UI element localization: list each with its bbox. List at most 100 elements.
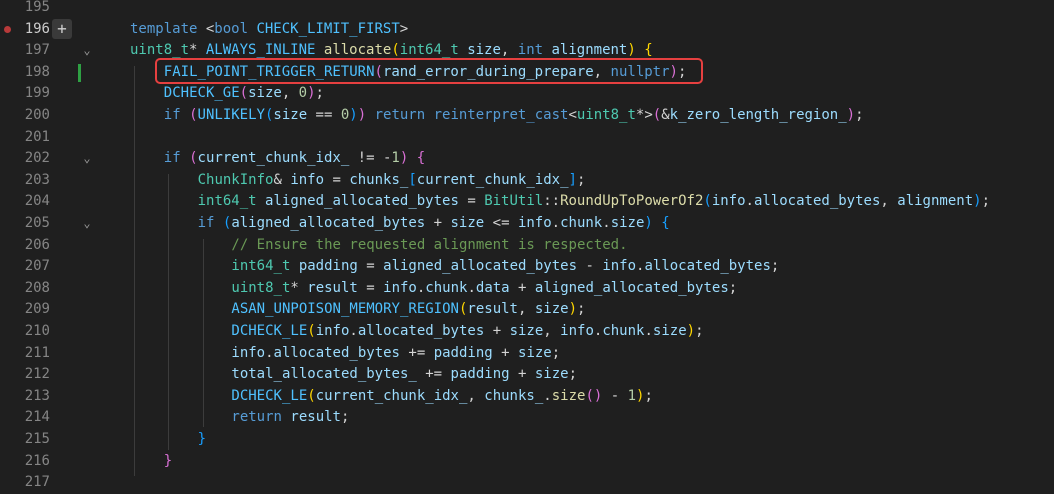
code-token: . (602, 215, 611, 231)
code-line[interactable]: 205 ⌄ if (aligned_allocated_bytes + size <… (0, 213, 1054, 235)
code-line[interactable]: 202 ⌄ if (current_chunk_idx_ != -1) { (0, 148, 1054, 170)
code-token: ; (577, 301, 586, 318)
fold-chevron-icon[interactable]: ⌄ (80, 40, 94, 62)
code-token: DCHECK_LE (231, 323, 308, 339)
code-token: size (534, 301, 569, 318)
code-token: :: (543, 193, 561, 210)
code-token: += (399, 344, 434, 361)
code-text: DCHECK_LE(current_chunk_idx_, chunks_.si… (231, 386, 653, 408)
code-token: & (661, 107, 670, 123)
code-line[interactable]: 206 // Ensure the requested alignment is … (0, 235, 1054, 257)
code-token: { (644, 42, 653, 59)
code-token: == (307, 107, 341, 123)
code-line[interactable]: 213 DCHECK_LE(current_chunk_idx_, chunks_… (0, 386, 1054, 408)
line-number[interactable]: 213 (14, 386, 50, 408)
code-token: aligned_allocated_bytes (534, 279, 729, 296)
code-token: != (349, 150, 383, 167)
line-number[interactable]: 196 (14, 19, 50, 41)
code-token: aligned_allocated_bytes (231, 215, 426, 231)
code-token: chunk (602, 323, 645, 339)
line-number[interactable]: 204 (14, 191, 50, 213)
line-number[interactable]: 209 (14, 299, 50, 321)
breakpoint-icon[interactable] (4, 26, 11, 34)
code-line[interactable]: 203 ChunkInfo& info = chunks_[current_chu… (0, 170, 1054, 192)
code-token: RoundUpToPowerOf2 (560, 193, 704, 210)
code-line[interactable]: 216} (0, 451, 1054, 473)
line-number[interactable]: 210 (14, 321, 50, 343)
code-line[interactable]: 208 uint8_t* result = info.chunk.data + a… (0, 278, 1054, 300)
code-token: & (273, 171, 291, 188)
code-token: data (475, 279, 510, 296)
code-token: info (711, 193, 746, 210)
line-number[interactable]: 200 (14, 105, 50, 127)
line-number[interactable]: 215 (14, 429, 50, 451)
code-token: BitUtil (484, 193, 544, 210)
code-token: ALWAYS_INLINE (205, 42, 324, 59)
code-line[interactable]: 195 (0, 0, 1054, 19)
code-line[interactable]: 210 DCHECK_LE(info.allocated_bytes + size… (0, 321, 1054, 343)
code-line[interactable]: 207 int64_t padding = aligned_allocated_b… (0, 256, 1054, 278)
code-token: *> (635, 107, 653, 123)
fold-chevron-icon[interactable]: ⌄ (80, 148, 94, 170)
code-token: , (467, 387, 485, 404)
line-number[interactable]: 207 (14, 256, 50, 278)
code-token: allocated_bytes (357, 323, 485, 339)
line-number[interactable]: 199 (14, 83, 50, 105)
code-token: = (357, 279, 384, 296)
code-token: size (450, 215, 485, 231)
line-number[interactable]: 198 (14, 62, 50, 84)
code-line[interactable]: 209 ASAN_UNPOISON_MEMORY_REGION(result, s… (0, 299, 1054, 321)
code-line[interactable]: 200 if (UNLIKELY(size == 0)) return reint… (0, 105, 1054, 127)
code-token: padding (298, 258, 358, 275)
code-line[interactable]: +196 template <bool CHECK_LIMIT_FIRST> (0, 18, 1054, 41)
code-token: ; (695, 323, 704, 339)
code-line[interactable]: 212 total_allocated_bytes_ += padding + s… (0, 364, 1054, 386)
code-token: ) (568, 301, 577, 318)
line-number[interactable]: 214 (14, 407, 50, 429)
code-token: } (197, 431, 207, 447)
code-token: . (349, 323, 358, 339)
code-line[interactable]: 215} (0, 429, 1054, 451)
line-number[interactable]: 202 (14, 148, 50, 170)
code-token: return (366, 107, 434, 123)
code-line[interactable]: 217 (0, 472, 1054, 494)
code-token: allocated_bytes (644, 258, 771, 275)
code-token: , (880, 193, 898, 210)
line-number[interactable]: 205 (14, 213, 50, 235)
code-token: ; (315, 85, 324, 102)
code-token: allocated_bytes (753, 193, 881, 210)
fold-chevron-icon[interactable]: ⌄ (80, 213, 94, 235)
code-line[interactable]: 211 info.allocated_bytes += padding + siz… (0, 343, 1054, 365)
line-number[interactable]: 217 (14, 472, 50, 494)
code-token: = (458, 193, 485, 210)
line-number[interactable]: 216 (14, 451, 50, 473)
code-token: chunk (560, 215, 603, 231)
line-number[interactable]: 195 (14, 0, 50, 19)
code-token: <= (484, 215, 518, 231)
code-text: int64_t padding = aligned_allocated_byte… (231, 256, 779, 278)
code-token: uint8_t (576, 107, 636, 123)
code-token: padding (433, 344, 493, 361)
code-line[interactable]: 201 (0, 127, 1054, 149)
code-token: result (467, 301, 518, 318)
line-number[interactable]: 206 (14, 235, 50, 257)
code-text: DCHECK_LE(info.allocated_bytes + size, i… (231, 321, 703, 343)
line-number[interactable]: 201 (14, 127, 50, 149)
code-line[interactable]: 214 return result; (0, 407, 1054, 429)
add-comment-button[interactable]: + (52, 18, 72, 39)
line-number[interactable]: 211 (14, 343, 50, 365)
code-token: ( (703, 193, 712, 210)
code-token: size (273, 107, 308, 123)
code-token: info (602, 258, 637, 275)
code-token: ) (846, 107, 856, 123)
code-text: if (UNLIKELY(size == 0)) return reinterp… (164, 105, 864, 127)
code-line[interactable]: 204 int64_t aligned_allocated_bytes = Bit… (0, 191, 1054, 213)
code-token: { (416, 150, 426, 167)
line-number[interactable]: 212 (14, 364, 50, 386)
line-number[interactable]: 197 (14, 40, 50, 62)
code-line[interactable]: 199 DCHECK_GE(size, 0); (0, 83, 1054, 105)
code-token: ] (568, 171, 577, 188)
line-number[interactable]: 208 (14, 278, 50, 300)
line-number[interactable]: 203 (14, 170, 50, 192)
